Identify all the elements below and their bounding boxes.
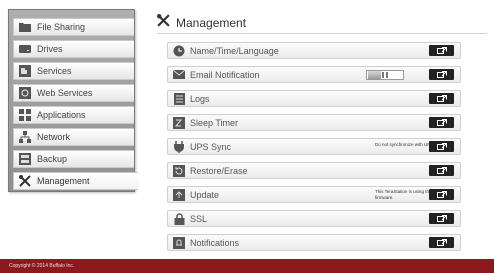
open-settings-button[interactable] [429,213,454,224]
sidebar-item-label: Network [37,132,71,142]
open-settings-button[interactable] [429,237,454,248]
row-label: Restore/Erase [190,165,248,176]
notifications-icon [173,236,185,249]
sidebar-item-network[interactable]: Network [13,128,134,146]
toggle-stripe [382,72,384,78]
row-label: Update [190,189,220,200]
open-settings-button[interactable] [429,93,454,104]
copyright-text: Copyright © 2014 Buffalo Inc. [9,263,75,269]
email-notification-toggle[interactable] [366,70,404,80]
page-title: Management [176,16,247,30]
sidebar-item-applications[interactable]: Applications [13,106,134,124]
web-services-icon [19,87,31,99]
row-label: UPS Sync [190,141,232,152]
open-settings-button[interactable] [429,189,454,200]
sidebar: File Sharing Drives Services Web Service… [8,9,138,192]
page-header: Management [157,14,487,32]
drive-icon [19,43,31,55]
row-logs[interactable]: Logs [167,90,461,107]
sidebar-item-backup[interactable]: Backup [13,150,134,168]
row-label: SSL [190,213,208,224]
row-label: Notifications [190,237,240,248]
lock-icon [173,212,185,225]
sidebar-item-label: Web Services [37,88,93,98]
row-label: Sleep Timer [190,117,239,128]
toggle-knob [368,71,381,79]
row-label: Logs [190,93,210,104]
sidebar-item-label: Services [37,66,72,76]
sleep-timer-icon [173,116,185,129]
sidebar-item-label: Applications [37,110,86,120]
row-ups-sync[interactable]: UPS Sync Do not synchronize with UPS [167,138,461,155]
sidebar-item-services[interactable]: Services [13,62,134,80]
sidebar-item-web-services[interactable]: Web Services [13,84,134,102]
toggle-stripe [386,72,388,78]
external-link-icon [436,143,447,150]
puzzle-icon [19,65,31,77]
external-link-icon [436,71,447,78]
external-link-icon [436,215,447,222]
row-notifications[interactable]: Notifications [167,234,461,251]
network-icon [19,131,31,143]
applications-icon [19,109,31,121]
row-sleep-timer[interactable]: Sleep Timer [167,114,461,131]
row-label: Email Notification [190,69,260,80]
sidebar-item-management[interactable]: Management [13,172,138,190]
open-settings-button[interactable] [429,45,454,56]
external-link-icon [436,239,447,246]
row-label: Name/Time/Language [190,45,279,56]
open-settings-button[interactable] [429,165,454,176]
open-settings-button[interactable] [429,117,454,128]
plug-icon [173,140,185,153]
row-ssl[interactable]: SSL [167,210,461,227]
open-settings-button[interactable] [429,141,454,152]
external-link-icon [436,167,447,174]
restore-icon [173,164,185,177]
external-link-icon [436,191,447,198]
folder-icon [19,21,31,33]
external-link-icon [436,95,447,102]
update-icon [173,188,185,201]
row-restore-erase[interactable]: Restore/Erase [167,162,461,179]
envelope-icon [173,69,185,81]
footer: Copyright © 2014 Buffalo Inc. [0,259,494,273]
open-settings-button[interactable] [429,69,454,80]
management-tools-icon [157,14,170,32]
row-update[interactable]: Update This TeraStation is using the lat… [167,186,461,203]
header-divider [157,33,487,34]
row-name-time-language[interactable]: Name/Time/Language [167,42,461,59]
external-link-icon [436,47,447,54]
sidebar-item-label: Drives [37,44,63,54]
sidebar-item-file-sharing[interactable]: File Sharing [13,18,134,36]
management-tools-icon [19,175,31,187]
backup-icon [19,153,31,165]
sidebar-item-label: File Sharing [37,22,86,32]
row-email-notification[interactable]: Email Notification [167,66,461,83]
external-link-icon [436,119,447,126]
sidebar-item-drives[interactable]: Drives [13,40,134,58]
logs-icon [173,92,185,105]
clock-icon [173,45,185,57]
sidebar-item-label: Management [37,176,90,186]
sidebar-item-label: Backup [37,154,68,164]
